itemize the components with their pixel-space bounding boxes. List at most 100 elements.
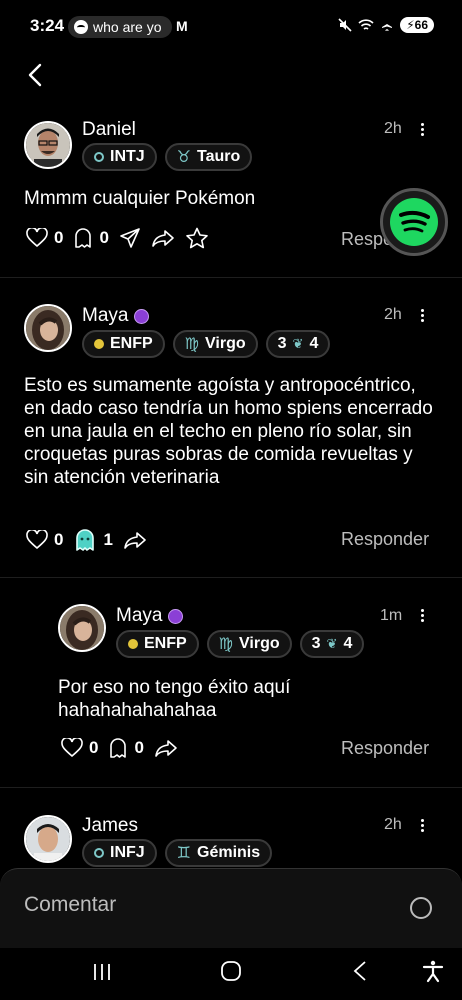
like-count: 0 <box>54 228 64 247</box>
enneagram-wing: 4 <box>343 635 353 652</box>
author-name[interactable]: Daniel <box>82 119 136 141</box>
reply-button[interactable]: Responder <box>341 738 429 759</box>
more-options-icon[interactable] <box>421 307 425 324</box>
badge-row: ENFP ♍ Virgo 3 ❦ 4 <box>116 630 365 658</box>
zodiac-icon: ♍ <box>218 636 234 653</box>
mbti-badge[interactable]: ENFP <box>82 330 165 358</box>
zodiac-icon: ♍ <box>184 336 200 353</box>
ghost-button[interactable]: 0 <box>73 227 109 249</box>
badge-row: INTJ ♉ Tauro <box>82 143 253 171</box>
mbti-dot-icon <box>94 848 104 858</box>
comment-text: Por eso no tengo éxito aquí hahahahahaha… <box>58 677 291 721</box>
like-button[interactable]: 0 <box>61 738 98 758</box>
more-options-icon[interactable] <box>421 607 425 624</box>
author-name[interactable]: Maya <box>116 605 184 627</box>
zodiac-badge[interactable]: ♍ Virgo <box>172 330 258 358</box>
zodiac-badge[interactable]: ♍ Virgo <box>206 630 292 658</box>
media-pill[interactable]: who are yo <box>68 16 172 38</box>
zodiac-label: Virgo <box>205 335 246 352</box>
ghost-icon <box>110 738 127 758</box>
mute-icon <box>338 18 352 32</box>
like-count: 0 <box>54 530 64 549</box>
share-icon[interactable] <box>123 530 147 550</box>
back-nav-icon[interactable] <box>352 960 368 982</box>
like-button[interactable]: 0 <box>26 228 63 248</box>
comment-input[interactable]: Comentar <box>24 893 116 917</box>
avatar-photo <box>26 817 70 861</box>
ghost-count: 0 <box>134 738 144 757</box>
mbti-dot-icon <box>94 339 104 349</box>
avatar-photo <box>26 306 70 350</box>
divider <box>0 787 462 788</box>
comment-time: 1m <box>380 607 403 624</box>
heart-icon <box>26 530 48 550</box>
comment-text: Esto es sumamente agoísta y antropocéntr… <box>24 375 433 488</box>
more-options-icon[interactable] <box>421 817 425 834</box>
avatar[interactable] <box>24 304 72 352</box>
more-options-icon[interactable] <box>421 121 425 138</box>
heart-icon <box>61 738 83 758</box>
mbti-badge[interactable]: ENFP <box>116 630 199 658</box>
ghost-icon <box>76 529 95 551</box>
avatar[interactable] <box>24 121 72 169</box>
premium-badge-icon <box>134 308 150 324</box>
zodiac-badge[interactable]: ♉ Tauro <box>164 143 253 171</box>
zodiac-icon: ♉ <box>176 149 192 166</box>
spotify-bubble[interactable] <box>380 188 448 256</box>
enneagram-badge[interactable]: 3 ❦ 4 <box>299 630 365 658</box>
battery-indicator: ⚡66 <box>400 17 434 33</box>
zodiac-icon: ♊ <box>176 845 192 862</box>
accessibility-icon[interactable] <box>421 959 445 983</box>
avatar[interactable] <box>58 604 106 652</box>
share-icon[interactable] <box>154 738 178 758</box>
mbti-dot-icon <box>94 152 104 162</box>
enneagram-type: 3 <box>311 635 321 652</box>
mbti-badge[interactable]: INFJ <box>82 839 157 867</box>
zodiac-label: Géminis <box>197 844 261 861</box>
ghost-count: 0 <box>99 228 109 247</box>
share-icon[interactable] <box>151 228 175 248</box>
zodiac-label: Virgo <box>239 635 280 652</box>
badge-row: ENFP ♍ Virgo 3 ❦ 4 <box>82 330 331 358</box>
send-icon[interactable] <box>119 227 141 249</box>
avatar[interactable] <box>24 815 72 863</box>
emoji-circle-icon[interactable] <box>410 897 432 919</box>
reply-button[interactable]: Responder <box>341 529 429 550</box>
avatar-photo <box>60 606 104 650</box>
ghost-button[interactable]: 0 <box>108 737 144 759</box>
like-button[interactable]: 0 <box>26 530 63 550</box>
mbti-label: ENFP <box>110 335 153 352</box>
system-icons: ⚡66 <box>338 17 434 33</box>
media-pill-text: who are yo <box>93 19 162 35</box>
mbti-label: ENFP <box>144 635 187 652</box>
author-name-text: Maya <box>116 605 163 626</box>
comment-actions: 0 0 <box>61 737 178 759</box>
leaf-icon: ❦ <box>326 636 338 651</box>
enneagram-wing: 4 <box>309 335 319 352</box>
divider <box>0 277 462 278</box>
ghost-button-active[interactable]: 1 <box>73 527 113 553</box>
back-arrow-icon[interactable] <box>24 62 46 88</box>
ghost-icon <box>75 228 92 248</box>
author-name[interactable]: James <box>82 815 138 837</box>
comment-time: 2h <box>384 816 402 833</box>
enneagram-type: 3 <box>277 335 287 352</box>
system-nav-bar <box>0 948 462 1000</box>
status-time: 3:24 <box>30 16 65 35</box>
mbti-dot-icon <box>128 639 138 649</box>
zodiac-label: Tauro <box>197 148 241 165</box>
enneagram-badge[interactable]: 3 ❦ 4 <box>265 330 331 358</box>
home-icon[interactable] <box>220 960 242 982</box>
recents-icon[interactable] <box>90 962 114 982</box>
spotify-icon <box>390 198 438 246</box>
author-name[interactable]: Maya <box>82 305 150 327</box>
zodiac-badge[interactable]: ♊ Géminis <box>164 839 273 867</box>
mbti-label: INTJ <box>110 148 145 165</box>
ghost-count: 1 <box>103 530 113 549</box>
wifi-icon <box>358 18 374 30</box>
star-icon[interactable] <box>185 227 209 249</box>
gmail-icon: M <box>176 18 188 34</box>
divider <box>0 577 462 578</box>
mbti-badge[interactable]: INTJ <box>82 143 157 171</box>
comment-time: 2h <box>384 306 402 323</box>
